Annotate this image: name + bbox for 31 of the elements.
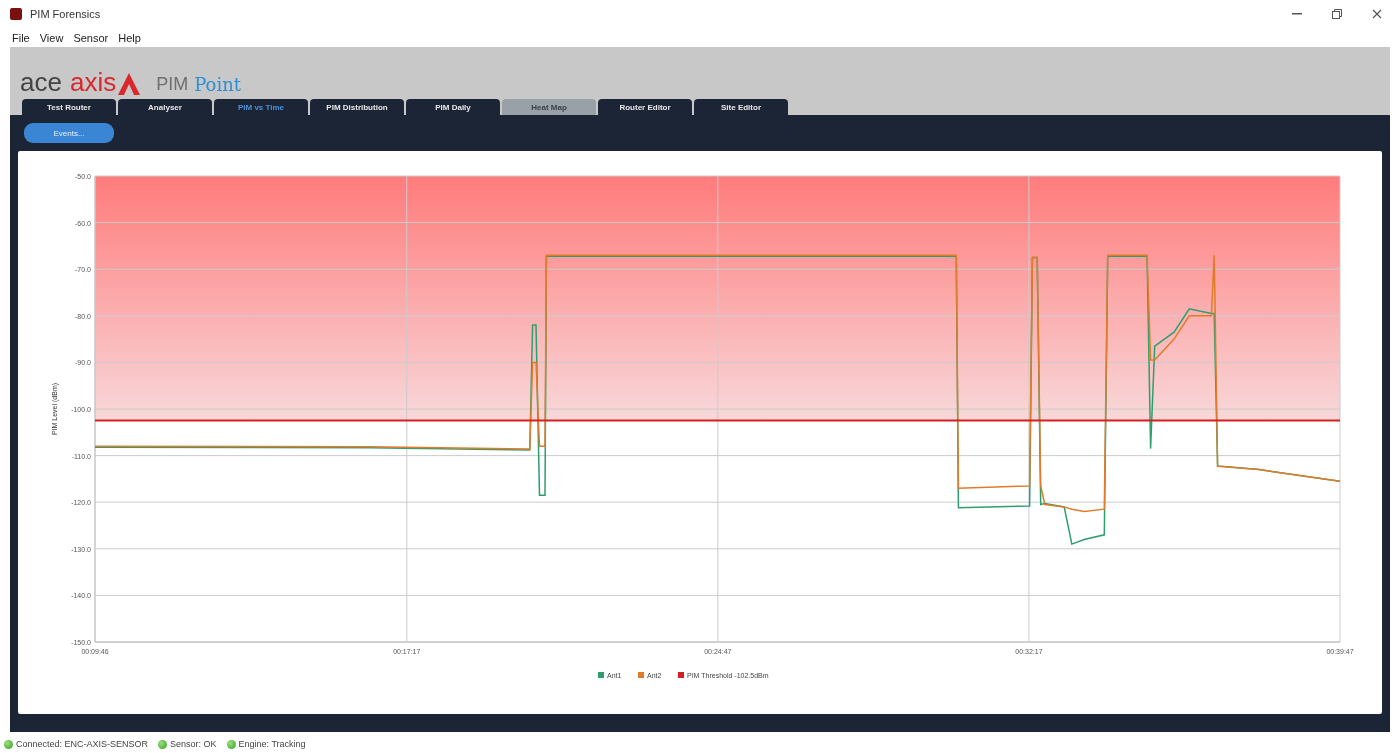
menu-item[interactable]: View <box>39 31 64 44</box>
legend-swatch <box>678 672 684 678</box>
logo-text: ace <box>20 69 62 95</box>
legend-swatch <box>598 672 604 678</box>
menu-item[interactable]: File <box>12 31 30 44</box>
status-text: Connected: ENC-AXIS-SENSOR <box>16 739 149 749</box>
tab[interactable]: PIM Distribution <box>310 99 404 115</box>
status-dot-icon <box>226 739 236 749</box>
tab[interactable]: Site Editor <box>694 99 788 115</box>
tab[interactable]: Analyser <box>118 99 212 115</box>
tab[interactable]: Router Editor <box>598 99 692 115</box>
menu-item[interactable]: Sensor <box>73 31 109 44</box>
close-icon[interactable] <box>1372 9 1382 19</box>
restore-icon[interactable] <box>1332 9 1342 19</box>
status-dot-icon <box>4 739 13 749</box>
window-title: PIM Forensics <box>30 8 101 20</box>
status-text: Engine: Tracking <box>238 739 306 749</box>
logo-text: axis <box>69 69 117 95</box>
events-button[interactable]: Events... <box>24 123 114 143</box>
status-text: Sensor: OK <box>170 739 217 749</box>
logo-text: Point <box>194 75 241 95</box>
tab[interactable]: PIM Daily <box>406 99 500 115</box>
tab[interactable]: Test Router <box>22 99 116 115</box>
logo-text: PIM <box>156 75 189 95</box>
menu-item[interactable]: Help <box>118 31 141 44</box>
logo-icon <box>118 73 141 95</box>
tab[interactable]: PIM vs Time <box>214 99 308 115</box>
legend-swatch <box>638 672 644 678</box>
status-dot-icon <box>158 739 168 749</box>
app-icon <box>10 8 22 20</box>
minimize-icon[interactable] <box>1292 13 1302 15</box>
